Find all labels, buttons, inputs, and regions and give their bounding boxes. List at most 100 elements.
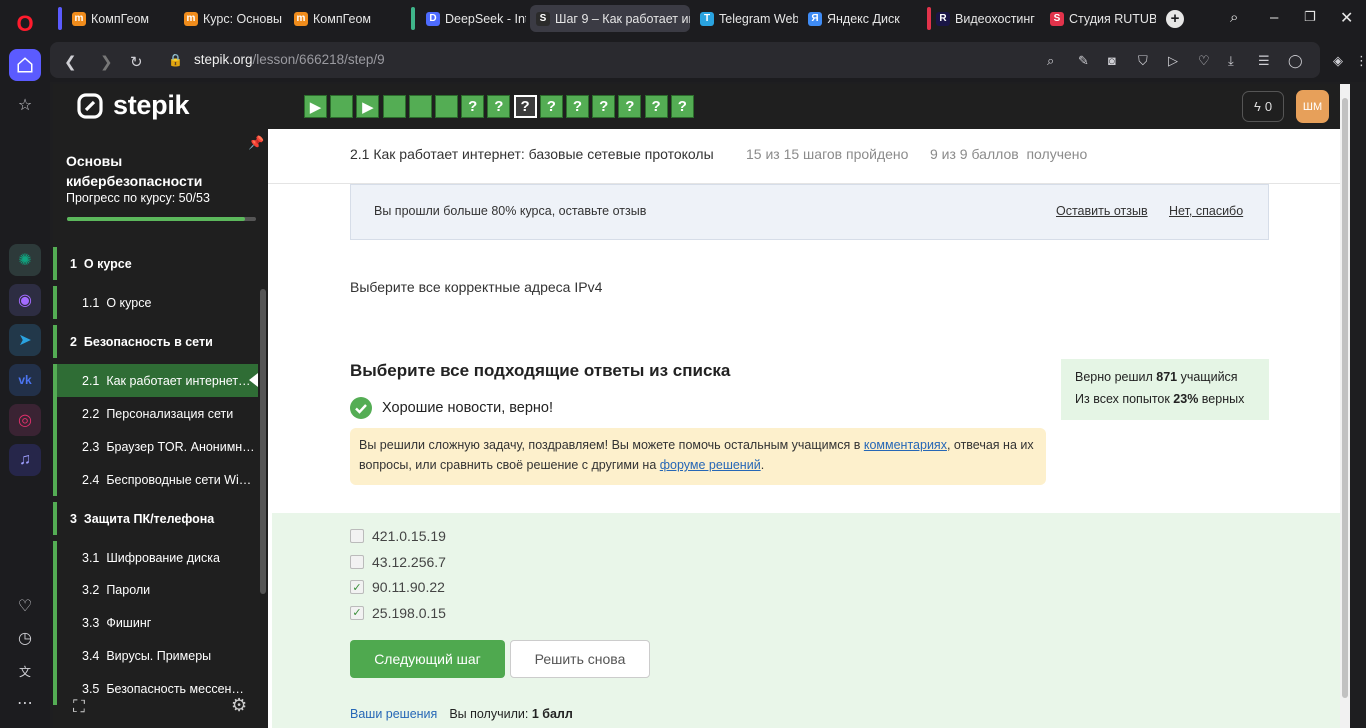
avatar[interactable]: ШМ	[1296, 90, 1329, 123]
send-icon[interactable]: ▷	[1168, 53, 1178, 69]
sidebar-lesson[interactable]: 3.1 Шифрование диска	[53, 541, 258, 574]
tab-2[interactable]: m Курс: Основы	[178, 5, 284, 32]
tab-9[interactable]: S Студия RUTUBE	[1044, 5, 1156, 32]
answer-option[interactable]: ✓ 25.198.0.15	[350, 605, 446, 621]
course-title[interactable]: Основы кибербезопасности	[66, 151, 256, 191]
minimize-button[interactable]: –	[1270, 9, 1278, 26]
fullscreen-icon[interactable]: ⛶	[73, 697, 85, 717]
next-step-button[interactable]: Следующий шаг	[350, 640, 505, 678]
stepik-logo[interactable]: stepik	[75, 90, 190, 121]
history-icon[interactable]: ◷	[9, 622, 41, 654]
tab-label: Курс: Основы	[203, 11, 282, 26]
opera-logo-icon[interactable]: O	[9, 8, 41, 40]
answer-option[interactable]: 43.12.256.7	[350, 554, 446, 570]
sidebar-scrollbar[interactable]	[260, 289, 266, 594]
share-icon[interactable]: ✎	[1078, 53, 1089, 69]
step-9[interactable]: ?	[513, 95, 537, 118]
lesson-title[interactable]: 2.1 Как работает интернет: базовые сетев…	[350, 146, 714, 162]
restore-button[interactable]: ❐	[1304, 9, 1316, 25]
tab-6[interactable]: T Telegram Web	[694, 5, 798, 32]
step-13[interactable]: ?	[618, 95, 642, 118]
star-icon[interactable]: ☆	[9, 89, 41, 121]
step-7[interactable]: ?	[461, 95, 485, 118]
step-1[interactable]: ▶	[304, 95, 327, 118]
chatgpt-icon[interactable]: ✺	[9, 244, 41, 276]
address-bar[interactable]: ❮ ❯ ↻ 🔒 stepik.org/lesson/666218/step/9 …	[50, 42, 1320, 78]
sidebar-item-label: 2.1 Как работает интернет…	[82, 373, 251, 388]
checkbox[interactable]	[350, 554, 364, 569]
sidebar-item-label: 3.2 Пароли	[82, 582, 151, 597]
checkbox[interactable]	[350, 529, 364, 543]
pin-icon[interactable]: 📌	[248, 135, 264, 151]
back-icon[interactable]: ❮	[64, 53, 77, 71]
profile-icon[interactable]: ◯	[1288, 53, 1303, 69]
step-8[interactable]: ?	[487, 95, 511, 118]
solutions-forum-link[interactable]: форуме решений	[660, 458, 761, 472]
sidebar-module[interactable]: 3 Защита ПК/телефона	[53, 502, 258, 535]
your-solutions-link[interactable]: Ваши решения	[350, 707, 437, 721]
sidebar-lesson[interactable]: 1.1 О курсе	[53, 286, 258, 319]
step-6[interactable]	[435, 95, 458, 118]
energy-counter[interactable]: ϟ0	[1242, 91, 1284, 122]
step-14[interactable]: ?	[644, 95, 668, 118]
sidebar-module[interactable]: 2 Безопасность в сети	[53, 325, 258, 358]
download-icon[interactable]: ⤓	[1228, 53, 1234, 69]
retry-button[interactable]: Решить снова	[510, 640, 650, 678]
answer-option[interactable]: ✓ 90.11.90.22	[350, 579, 445, 595]
sidebar-lesson[interactable]: 3.3 Фишинг	[53, 606, 258, 639]
music-icon[interactable]: ♫	[9, 444, 41, 476]
step-4[interactable]	[382, 95, 406, 118]
step-11[interactable]: ?	[566, 95, 589, 118]
step-5[interactable]	[408, 95, 432, 118]
no-thanks-link[interactable]: Нет, спасибо	[1169, 204, 1243, 218]
tab-favicon-icon: m	[294, 11, 308, 26]
tab-favicon-icon: m	[72, 11, 86, 26]
translate-icon[interactable]: 文	[9, 655, 41, 687]
close-window-button[interactable]: ✕	[1340, 8, 1353, 28]
step-10[interactable]: ?	[539, 95, 563, 118]
heart-icon[interactable]: ♡	[9, 590, 41, 622]
heart-icon[interactable]: ♡	[1198, 53, 1210, 69]
comments-link[interactable]: комментариях	[864, 438, 947, 452]
sidebar-lesson[interactable]: 2.2 Персонализация сети	[53, 397, 258, 430]
menu-icon[interactable]: ⋮	[1355, 53, 1366, 69]
instagram-icon[interactable]: ◎	[9, 404, 41, 436]
sidebar-module[interactable]: 1 О курсе	[53, 247, 258, 280]
step-2[interactable]	[330, 95, 354, 118]
extensions-icon[interactable]: ◈	[1333, 53, 1343, 69]
sidebar-lesson[interactable]: 2.1 Как работает интернет…	[53, 364, 258, 397]
tab-7[interactable]: Я Яндекс Диск	[802, 5, 920, 32]
easy-setup-icon[interactable]: ☰	[1258, 53, 1270, 69]
new-tab-button[interactable]: +	[1166, 10, 1184, 28]
url-text[interactable]: stepik.org/lesson/666218/step/9	[194, 52, 385, 67]
checked-checkbox[interactable]: ✓	[350, 580, 364, 594]
step-15[interactable]: ?	[670, 95, 694, 118]
page-scrollbar[interactable]	[1340, 84, 1350, 728]
tab-1[interactable]: m КомпГеом	[66, 5, 174, 32]
leave-review-link[interactable]: Оставить отзыв	[1056, 204, 1148, 218]
sidebar-lesson[interactable]: 2.4 Беспроводные сети Wi…	[53, 463, 258, 496]
search-tabs-icon[interactable]: ⌕	[1230, 9, 1238, 26]
step-12[interactable]: ?	[592, 95, 616, 118]
answer-option[interactable]: 421.0.15.19	[350, 528, 446, 544]
checked-checkbox[interactable]: ✓	[350, 605, 364, 620]
camera-icon[interactable]: ◙	[1108, 53, 1116, 68]
vk-icon[interactable]: vk	[9, 364, 41, 396]
tab-4[interactable]: D DeepSeek - Inte	[420, 5, 526, 32]
search-page-icon[interactable]: ⌕	[1047, 53, 1054, 69]
step-3[interactable]: ▶	[356, 95, 380, 118]
reload-icon[interactable]: ↻	[130, 53, 143, 71]
settings-icon[interactable]: ⚙	[231, 695, 247, 716]
messenger-icon[interactable]: ◉	[9, 284, 41, 316]
forward-icon[interactable]: ❯	[100, 53, 113, 71]
tab-3[interactable]: m КомпГеом	[288, 5, 396, 32]
shield-icon[interactable]: ⛉	[1138, 53, 1148, 69]
sidebar-lesson[interactable]: 3.2 Пароли	[53, 573, 258, 606]
tab-8[interactable]: R Видеохостинг	[930, 5, 1040, 32]
more-icon[interactable]: ⋯	[9, 687, 41, 719]
tab-5[interactable]: S Шаг 9 – Как работает инт	[530, 5, 690, 32]
telegram-icon[interactable]: ➤	[9, 324, 41, 356]
sidebar-lesson[interactable]: 2.3 Браузер TOR. Анонимн…	[53, 430, 258, 463]
home-icon[interactable]	[9, 49, 41, 81]
sidebar-lesson[interactable]: 3.4 Вирусы. Примеры	[53, 639, 258, 672]
